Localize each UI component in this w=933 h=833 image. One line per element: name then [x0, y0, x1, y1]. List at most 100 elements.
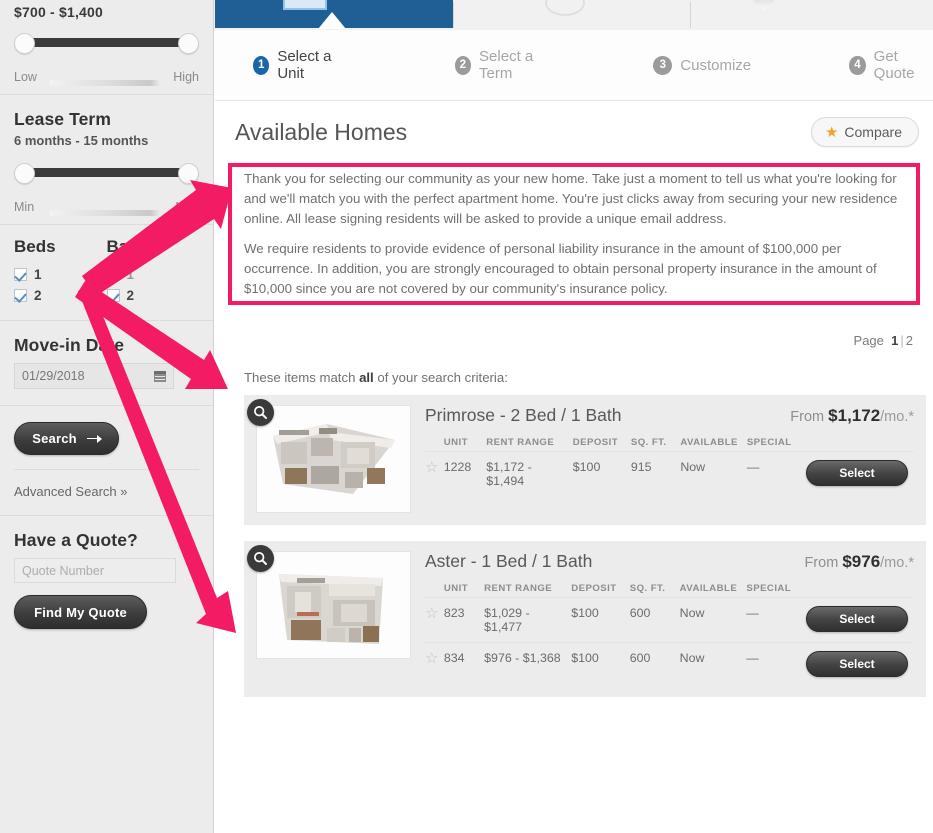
- quote-title: Have a Quote?: [14, 530, 138, 550]
- listing-header: Primrose - 2 Bed / 1 Bath From $1,172/mo…: [425, 405, 914, 426]
- lease-slider-track: [24, 168, 189, 177]
- tab-pen-icon: [753, 0, 775, 10]
- step-label: Get Quote: [873, 48, 915, 82]
- step-select-a-term[interactable]: 2 Select a Term: [454, 48, 558, 82]
- select-button[interactable]: Select: [806, 460, 908, 486]
- price-high-label: High: [173, 70, 199, 84]
- tab-divider: [690, 2, 691, 28]
- floorplan-render: [257, 406, 410, 512]
- pagination-label: Page: [853, 333, 884, 348]
- action-cell: Select: [806, 642, 914, 685]
- magnifier-icon[interactable]: [247, 399, 274, 426]
- price-range-labels: Low High: [14, 56, 199, 94]
- star-icon: ★: [824, 123, 839, 141]
- price-value-label: $700 - $1,400: [14, 4, 104, 20]
- listing-details: Aster - 1 Bed / 1 Bath From $976/mo.* UN…: [425, 551, 914, 685]
- beds-option-2[interactable]: 2: [14, 285, 107, 306]
- unit-cell: 1228: [443, 451, 487, 496]
- floorplan-image[interactable]: [256, 551, 411, 659]
- price-slider-handle-min[interactable]: [14, 33, 35, 54]
- lease-term-filter: Lease Term 6 months - 15 months Min Max: [0, 95, 213, 224]
- listing-name: Aster - 1 Bed / 1 Bath: [425, 551, 593, 571]
- search-button-label: Search: [32, 431, 77, 446]
- tab-highlight-box: [283, 0, 327, 10]
- available-cell: Now: [679, 597, 747, 643]
- table-row: ☆ 834 $976 - $1,368 $100 600 Now — Selec…: [425, 642, 914, 685]
- favorite-cell[interactable]: ☆: [425, 642, 444, 685]
- pagination-next-page[interactable]: 2: [906, 333, 913, 348]
- quote-number-placeholder: Quote Number: [22, 563, 104, 578]
- step-customize[interactable]: 3 Customize: [653, 55, 751, 75]
- price-slider-handle-max[interactable]: [178, 33, 199, 54]
- step-select-a-unit[interactable]: 1 Select a Unit: [253, 48, 350, 82]
- unit-cell: 823: [443, 597, 485, 643]
- col-unit: UNIT: [443, 437, 468, 448]
- action-cell: Select: [806, 451, 914, 496]
- price-from-label: From: [804, 555, 839, 571]
- lease-slider-handle-max[interactable]: [178, 163, 199, 184]
- special-cell: —: [746, 451, 806, 496]
- step-number: 4: [849, 55, 866, 75]
- baths-option-2[interactable]: 2: [106, 285, 200, 306]
- col-available: AVAILABLE: [679, 583, 738, 594]
- beds-option-1[interactable]: 1: [14, 264, 107, 285]
- listing-price: From $1,172/mo.*: [790, 406, 914, 426]
- deposit-cell: $100: [572, 451, 631, 496]
- star-outline-icon[interactable]: ☆: [425, 459, 438, 476]
- baths-option-1[interactable]: 1: [106, 264, 200, 285]
- price-ghost-track: [50, 80, 159, 86]
- pagination: Page 1 | 2: [235, 311, 919, 348]
- match-emphasis: all: [359, 370, 374, 385]
- col-sqft: SQ. FT.: [629, 583, 666, 594]
- special-cell: —: [746, 642, 806, 685]
- step-get-quote[interactable]: 4 Get Quote: [849, 48, 933, 82]
- action-cell: Select: [806, 597, 914, 643]
- favorite-cell[interactable]: ☆: [425, 451, 444, 496]
- checkbox-icon[interactable]: [14, 289, 27, 302]
- search-button[interactable]: Search: [14, 422, 119, 455]
- checkbox-icon[interactable]: [14, 268, 27, 281]
- units-table: UNIT RENT RANGE DEPOSIT SQ. FT. AVAILABL…: [425, 437, 914, 496]
- arrow-right-icon: [86, 435, 102, 442]
- movein-title: Move-in Date: [14, 335, 125, 355]
- col-rent-range: RENT RANGE: [484, 583, 553, 594]
- magnifier-icon[interactable]: [247, 545, 274, 572]
- tab-circle-icon: [545, 0, 585, 16]
- lease-max-label: Max: [175, 200, 199, 214]
- favorite-cell[interactable]: ☆: [425, 597, 444, 643]
- step-label: Select a Unit: [277, 48, 332, 82]
- deposit-cell: $100: [571, 597, 630, 643]
- checkbox-icon[interactable]: [106, 268, 120, 281]
- select-button[interactable]: Select: [806, 651, 908, 677]
- floorplan-thumbnail-wrap[interactable]: [247, 545, 411, 685]
- floorplan-thumbnail-wrap[interactable]: [247, 399, 411, 513]
- star-outline-icon[interactable]: ☆: [425, 605, 438, 622]
- step-indicator: 1 Select a Unit 2 Select a Term 3 Custom…: [215, 30, 933, 101]
- movein-date-filter: Move-in Date 01/29/2018: [0, 321, 213, 389]
- rent-range-cell: $1,172 - $1,494: [486, 451, 573, 496]
- calendar-icon[interactable]: [154, 370, 166, 382]
- rent-range-cell: $976 - $1,368: [484, 642, 572, 685]
- sqft-cell: 915: [630, 451, 681, 496]
- star-outline-icon[interactable]: ☆: [425, 650, 438, 667]
- compare-button[interactable]: ★ Compare: [810, 117, 919, 147]
- table-header-row: UNIT RENT RANGE DEPOSIT SQ. FT. AVAILABL…: [425, 437, 914, 452]
- tab-pointer-triangle: [318, 12, 346, 29]
- app-root: $700 - $1,400 Low High Lease Term 6 mont…: [0, 0, 933, 833]
- lease-slider-handle-min[interactable]: [14, 163, 35, 184]
- price-slider[interactable]: [14, 30, 199, 56]
- advanced-search-link[interactable]: Advanced Search »: [14, 470, 199, 515]
- col-sqft: SQ. FT.: [630, 437, 667, 448]
- col-special: SPECIAL: [746, 583, 792, 594]
- select-button[interactable]: Select: [806, 606, 908, 632]
- search-actions: Search Advanced Search »: [0, 406, 213, 515]
- floorplan-image[interactable]: [256, 405, 411, 513]
- lease-term-slider[interactable]: [14, 160, 199, 186]
- quote-number-input[interactable]: Quote Number: [14, 558, 176, 583]
- step-number: 3: [653, 55, 673, 75]
- checkbox-icon[interactable]: [106, 289, 120, 302]
- movein-date-input[interactable]: 01/29/2018: [14, 363, 174, 389]
- find-my-quote-button[interactable]: Find My Quote: [14, 595, 147, 629]
- baths-title: Baths: [106, 237, 154, 256]
- search-sidebar: $700 - $1,400 Low High Lease Term 6 mont…: [0, 0, 214, 833]
